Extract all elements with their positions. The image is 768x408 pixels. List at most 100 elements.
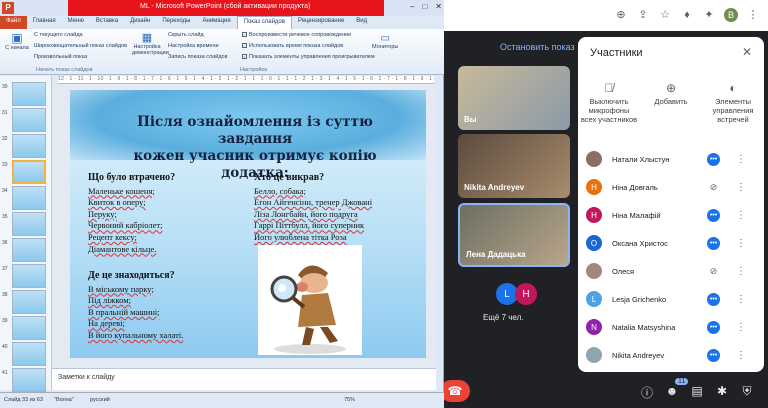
- ribbon-tab[interactable]: Анимация: [196, 16, 236, 29]
- powerpoint-window: P ML - Microsoft PowerPoint (сбой актива…: [0, 0, 444, 408]
- custom-show-button[interactable]: Произвольный показ: [34, 54, 87, 60]
- ribbon-tab[interactable]: Вид: [350, 16, 373, 29]
- from-current-slide-button[interactable]: С текущего слайда: [34, 32, 83, 38]
- lock-icon[interactable]: ⛨: [740, 384, 754, 401]
- tile-name: Nikita Andreyev: [464, 183, 525, 192]
- participant-row[interactable]: Олеся ⊘ ⋮: [586, 257, 758, 285]
- slideshow-icon: ▣: [11, 31, 23, 45]
- record-show-button[interactable]: Запись показа слайдов: [168, 54, 228, 60]
- slide-list-item: Діамантове кільце.: [88, 243, 157, 254]
- thumbnail-number: 35: [2, 214, 8, 220]
- share-icon[interactable]: ⇪: [636, 8, 650, 22]
- use-timings-checkbox[interactable]: ✓ Использовать время показа слайдов: [242, 43, 343, 49]
- more-options-icon[interactable]: ⋮: [736, 182, 746, 193]
- ribbon-tab[interactable]: Главная: [27, 16, 62, 29]
- avatar: [586, 347, 602, 363]
- more-options-icon[interactable]: ⋮: [736, 350, 746, 361]
- shield-icon[interactable]: ♦: [680, 8, 694, 22]
- phone-icon: ☎: [447, 384, 463, 398]
- participant-row[interactable]: Натали Хлыстун ••• ⋮: [586, 145, 758, 173]
- slide-thumbnail[interactable]: [12, 212, 46, 236]
- more-options-icon[interactable]: ⋮: [736, 238, 746, 249]
- more-options-icon[interactable]: ⋮: [736, 322, 746, 333]
- more-options-icon[interactable]: ⋮: [736, 154, 746, 165]
- thumbnail-number: 38: [2, 292, 8, 298]
- slide-list-item: Ліза Лонгбайн, його подруга: [254, 208, 358, 219]
- start-from-beginning-button[interactable]: ▣ С начала: [4, 31, 30, 51]
- ribbon-tab[interactable]: Меню: [62, 16, 90, 29]
- participant-row[interactable]: Н Ніна Довгаль ⊘ ⋮: [586, 173, 758, 201]
- slide-thumbnail[interactable]: [12, 160, 46, 184]
- participant-row[interactable]: N Natalia Matsyshina ••• ⋮: [586, 313, 758, 341]
- menu-icon[interactable]: ⋮: [746, 8, 760, 22]
- thumbnail-number: 39: [2, 318, 8, 324]
- slide-thumbnail[interactable]: [12, 368, 46, 392]
- host-controls-button[interactable]: ◐ Элементы управления встречей: [704, 81, 762, 124]
- zoom-icon[interactable]: ⊕: [614, 8, 628, 22]
- more-options-icon[interactable]: ⋮: [736, 294, 746, 305]
- activities-icon[interactable]: ✱: [715, 384, 729, 401]
- close-icon[interactable]: ✕: [742, 45, 752, 59]
- more-options-icon[interactable]: ⋮: [736, 210, 746, 221]
- horizontal-ruler: 12 · 1 · 11 · 1 · 10 · 1 · 9 · 1 · 8 · 1…: [58, 76, 434, 84]
- slide-thumbnail[interactable]: [12, 108, 46, 132]
- end-call-button[interactable]: ☎: [440, 380, 470, 402]
- language-indicator[interactable]: русский: [90, 397, 110, 403]
- slide-thumbnail[interactable]: [12, 82, 46, 106]
- ribbon-tab[interactable]: Показ слайдов: [236, 16, 292, 29]
- slide-thumbnail[interactable]: [12, 264, 46, 288]
- hide-slide-button[interactable]: Скрыть слайд: [168, 32, 204, 38]
- participants-list: Натали Хлыстун ••• ⋮ Н Ніна Довгаль ⊘ ⋮ Н Ніна М…: [586, 145, 758, 369]
- participant-row[interactable]: Н Ніна Малафій ••• ⋮: [586, 201, 758, 229]
- participant-row[interactable]: L Lesja Grichenko ••• ⋮: [586, 285, 758, 313]
- checkbox-checked: ✓: [242, 54, 247, 60]
- slide-list-item: Квиток в оперу;: [88, 197, 146, 208]
- video-tile-nikita[interactable]: Nikita Andreyev: [458, 134, 570, 198]
- star-icon[interactable]: ☆: [658, 8, 672, 22]
- broadcast-button[interactable]: Широковещательный показ слайдов: [34, 43, 127, 49]
- thumbnail-number: 31: [2, 110, 8, 116]
- slide-thumbnail[interactable]: [12, 238, 46, 262]
- extension-icon[interactable]: ✦: [702, 8, 716, 22]
- slide-list-item: Червоний кабріолет;: [88, 220, 163, 231]
- add-people-button[interactable]: ⊕ Добавить: [642, 81, 700, 124]
- close-icon[interactable]: ✕: [435, 2, 442, 11]
- zoom-level[interactable]: 75%: [344, 397, 355, 403]
- notes-field[interactable]: Заметки к слайду: [52, 368, 436, 390]
- more-participants-label[interactable]: Ещё 7 чел.: [483, 313, 524, 322]
- ribbon-group-label: Начать показ слайдов: [36, 67, 93, 73]
- ribbon-tab[interactable]: Файл: [0, 16, 27, 29]
- more-options-icon[interactable]: ⋮: [736, 266, 746, 277]
- slide-thumbnail[interactable]: [12, 290, 46, 314]
- slide-list-item: В пральній машині;: [88, 306, 160, 317]
- slide-thumbnail[interactable]: [12, 186, 46, 210]
- ribbon-tabs: Файл Главная Меню Вставка Дизайн Переходы Аним…: [0, 16, 444, 29]
- play-narrations-checkbox[interactable]: ✓ Воспроизвести речевое сопровождение: [242, 32, 351, 38]
- rehearse-timings-button[interactable]: Настройка времени: [168, 43, 219, 49]
- slide-thumbnail[interactable]: [12, 316, 46, 340]
- participant-row[interactable]: О Оксана Христос ••• ⋮: [586, 229, 758, 257]
- setup-show-button[interactable]: ▦ Настройка демонстрации: [132, 31, 169, 56]
- video-tile-self[interactable]: Вы: [458, 66, 570, 130]
- stop-sharing-button[interactable]: Остановить показ: [500, 42, 575, 52]
- mute-all-button[interactable]: 🎙̸ Выключить микрофоны всех участников: [580, 81, 638, 124]
- ribbon-tab[interactable]: Переходы: [156, 16, 196, 29]
- minimize-icon[interactable]: –: [410, 2, 414, 11]
- monitors-button[interactable]: ▭ Мониторы: [372, 33, 398, 50]
- ribbon-tab[interactable]: Дизайн: [124, 16, 156, 29]
- status-bar: Слайд 33 из 63 "Волна" русский 75%: [0, 392, 444, 408]
- chat-icon[interactable]: ▤: [690, 384, 704, 401]
- show-media-controls-checkbox[interactable]: ✓ Показать элементы управления проигрыват…: [242, 54, 375, 60]
- profile-avatar[interactable]: B: [724, 8, 738, 22]
- info-icon[interactable]: ⓘ: [640, 384, 654, 401]
- ribbon-tab[interactable]: Вставка: [90, 16, 124, 29]
- slide-thumbnail[interactable]: [12, 134, 46, 158]
- maximize-icon[interactable]: □: [422, 2, 427, 11]
- video-tile-lena[interactable]: Лена Дадацька: [458, 203, 570, 267]
- current-slide[interactable]: Після ознайомлення із суттю завдання кож…: [70, 90, 426, 358]
- locations-column: Де це знаходиться? В міському парку; Під …: [88, 270, 258, 342]
- ribbon-tab[interactable]: Рецензирование: [292, 16, 350, 29]
- participant-row[interactable]: Nikita Andreyev ••• ⋮: [586, 341, 758, 369]
- people-icon[interactable]: ☻: [665, 384, 679, 401]
- slide-thumbnail[interactable]: [12, 342, 46, 366]
